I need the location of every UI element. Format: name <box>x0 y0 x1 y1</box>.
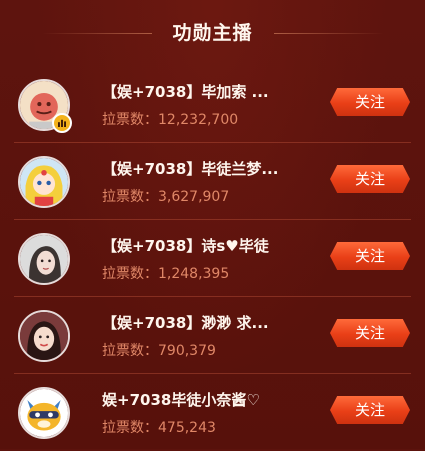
vote-count-value: 1,248,395 <box>158 266 230 282</box>
streamer-row[interactable]: 【娱+7038】诗s♥毕徒 拉票数：1,248,395 关注 <box>0 220 425 297</box>
vote-count-value: 3,627,907 <box>158 189 230 205</box>
raccoon-mascot-avatar[interactable] <box>18 387 70 439</box>
girl-photo-avatar[interactable] <box>18 310 70 362</box>
streamer-row[interactable]: 娱+7038毕徒小奈酱♡ 拉票数：475,243 关注 <box>0 374 425 451</box>
vote-count-label: 拉票数： <box>102 189 158 205</box>
rank-bars-icon <box>52 113 72 133</box>
streamer-name[interactable]: 【娱+7038】毕徒兰梦... <box>102 158 317 179</box>
streamer-name[interactable]: 【娱+7038】毕加索 ... <box>102 81 317 102</box>
follow-button[interactable]: 关注 <box>330 88 410 116</box>
vote-count: 拉票数：790,379 <box>102 340 216 360</box>
streamer-row[interactable]: 【娱+7038】渺渺 求... 拉票数：790,379 关注 <box>0 297 425 374</box>
header-divider-right <box>274 33 384 34</box>
streamer-name[interactable]: 【娱+7038】诗s♥毕徒 <box>102 235 317 256</box>
follow-button[interactable]: 关注 <box>330 319 410 347</box>
vote-count-label: 拉票数： <box>102 112 158 128</box>
follow-button[interactable]: 关注 <box>330 396 410 424</box>
vote-count: 拉票数：3,627,907 <box>102 186 229 206</box>
vote-count-value: 475,243 <box>158 420 216 436</box>
top-streamers-panel: 功勋主播 【娱+7038】毕加索 ... 拉票数：12,232,700 关注 【… <box>0 0 425 449</box>
streamer-name[interactable]: 娱+7038毕徒小奈酱♡ <box>102 389 317 410</box>
streamer-name[interactable]: 【娱+7038】渺渺 求... <box>102 312 317 333</box>
streamer-row[interactable]: 【娱+7038】毕徒兰梦... 拉票数：3,627,907 关注 <box>0 143 425 220</box>
panel-title: 功勋主播 <box>172 22 253 44</box>
vote-count-value: 12,232,700 <box>158 112 239 128</box>
vote-count-label: 拉票数： <box>102 266 158 282</box>
vote-count-label: 拉票数： <box>102 343 158 359</box>
vote-count-label: 拉票数： <box>102 420 158 436</box>
panel-header: 功勋主播 <box>0 0 425 66</box>
anime-girl-avatar[interactable] <box>18 156 70 208</box>
follow-button[interactable]: 关注 <box>330 165 410 193</box>
follow-button[interactable]: 关注 <box>330 242 410 270</box>
vote-count-value: 790,379 <box>158 343 216 359</box>
vote-count: 拉票数：12,232,700 <box>102 109 238 129</box>
vote-count: 拉票数：475,243 <box>102 417 216 437</box>
vote-count: 拉票数：1,248,395 <box>102 263 229 283</box>
streamer-row[interactable]: 【娱+7038】毕加索 ... 拉票数：12,232,700 关注 <box>0 66 425 143</box>
girl-photo-avatar[interactable] <box>18 233 70 285</box>
